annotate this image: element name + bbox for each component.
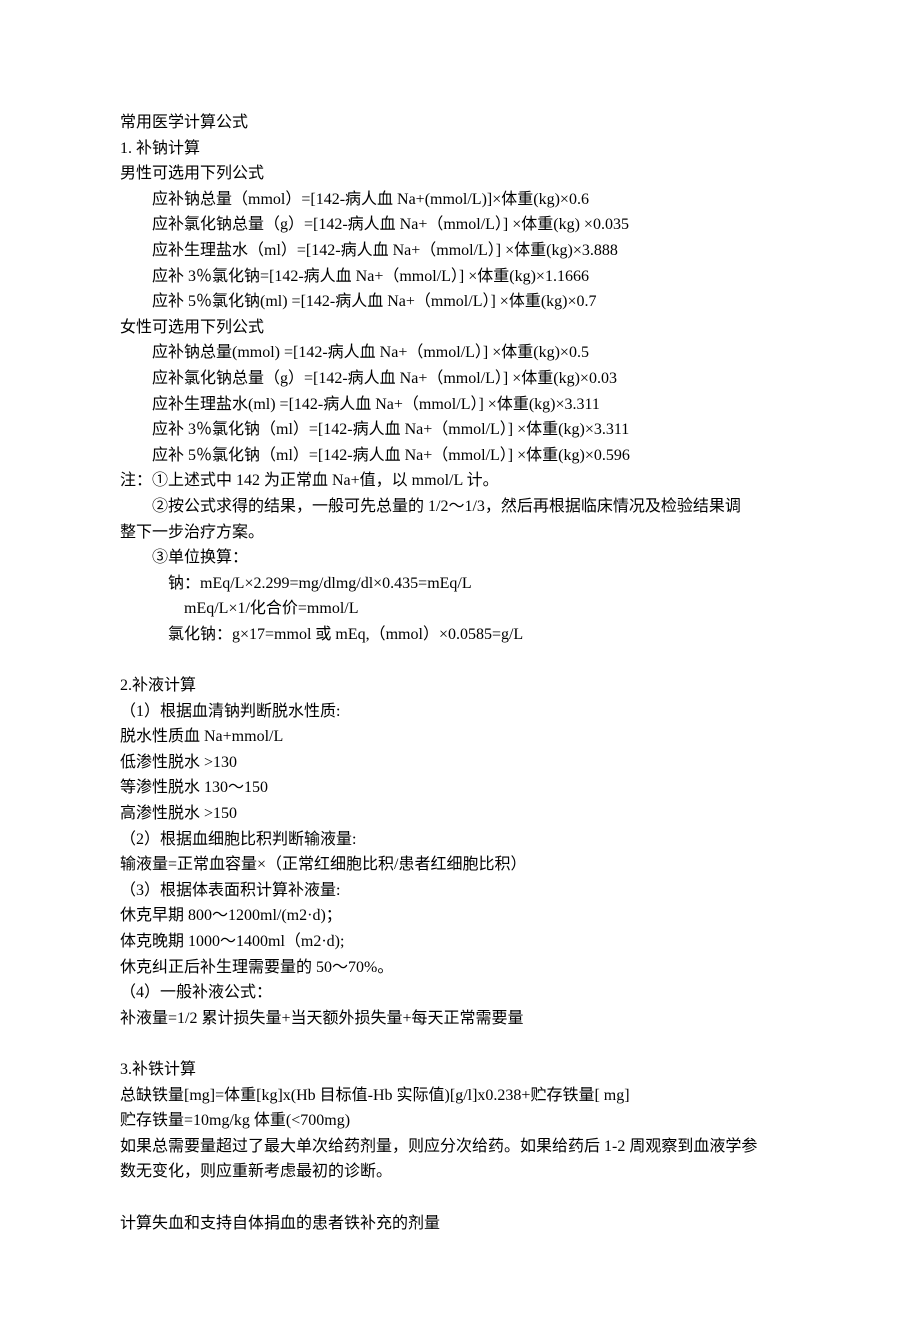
female-formula-1: 应补钠总量(mmol) =[142-病人血 Na+（mmol/L）] ×体重(k… <box>120 340 800 366</box>
s2-line-7: 输液量=正常血容量×（正常红细胞比积/患者红细胞比积） <box>120 852 800 878</box>
female-formula-3: 应补生理盐水(ml) =[142-病人血 Na+（mmol/L）] ×体重(kg… <box>120 392 800 418</box>
s2-line-6: （2）根据血细胞比积判断输液量: <box>120 827 800 853</box>
blank-divider <box>120 1185 800 1211</box>
s2-line-12: （4）一般补液公式： <box>120 980 800 1006</box>
male-formula-4: 应补 3％氯化钠=[142-病人血 Na+（mmol/L）] ×体重(kg)×1… <box>120 264 800 290</box>
section-3-heading: 3.补铁计算 <box>120 1057 800 1083</box>
s2-line-4: 等渗性脱水 130～150 <box>120 775 800 801</box>
s2-line-11: 休克纠正后补生理需要量的 50～70%。 <box>120 955 800 981</box>
female-formula-4: 应补 3％氯化钠（ml）=[142-病人血 Na+（mmol/L）] ×体重(k… <box>120 417 800 443</box>
s3-line-1: 总缺铁量[mg]=体重[kg]x(Hb 目标值-Hb 实际值)[g/l]x0.2… <box>120 1083 800 1109</box>
blank-divider <box>120 1031 800 1057</box>
note-2a: ②按公式求得的结果，一般可先总量的 1/2～1/3，然后再根据临床情况及检验结果… <box>120 494 800 520</box>
male-formula-2: 应补氯化钠总量（g）=[142-病人血 Na+（mmol/L）] ×体重(kg)… <box>120 212 800 238</box>
note-3: ③单位换算： <box>120 545 800 571</box>
note-2b: 整下一步治疗方案。 <box>120 520 800 546</box>
male-formula-5: 应补 5％氯化钠(ml) =[142-病人血 Na+（mmol/L）] ×体重(… <box>120 289 800 315</box>
s2-line-5: 高渗性脱水 >150 <box>120 801 800 827</box>
s3-line-3: 如果总需要量超过了最大单次给药剂量，则应分次给药。如果给药后 1-2 周观察到血… <box>120 1134 800 1160</box>
female-intro: 女性可选用下列公式 <box>120 315 800 341</box>
note-3b: mEq/L×1/化合价=mmol/L <box>120 596 800 622</box>
document-title: 常用医学计算公式 <box>120 110 800 136</box>
s2-line-8: （3）根据体表面积计算补液量: <box>120 878 800 904</box>
note-1: 注：①上述式中 142 为正常血 Na+值，以 mmol/L 计。 <box>120 468 800 494</box>
s3-line-2: 贮存铁量=10mg/kg 体重(<700mg) <box>120 1108 800 1134</box>
s2-line-2: 脱水性质血 Na+mmol/L <box>120 724 800 750</box>
blank-divider <box>120 647 800 673</box>
s2-line-10: 体克晚期 1000～1400ml（m2·d); <box>120 929 800 955</box>
male-formula-1: 应补钠总量（mmol）=[142-病人血 Na+(mmol/L)]×体重(kg)… <box>120 187 800 213</box>
s3-line-4: 数无变化，则应重新考虑最初的诊断。 <box>120 1159 800 1185</box>
s2-line-9: 休克早期 800～1200ml/(m2·d)； <box>120 903 800 929</box>
note-3c: 氯化钠：g×17=mmol 或 mEq,（mmol）×0.0585=g/L <box>120 622 800 648</box>
female-formula-5: 应补 5％氯化钠（ml）=[142-病人血 Na+（mmol/L）] ×体重(k… <box>120 443 800 469</box>
female-formula-2: 应补氯化钠总量（g）=[142-病人血 Na+（mmol/L）] ×体重(kg)… <box>120 366 800 392</box>
document-page: 常用医学计算公式 1. 补钠计算 男性可选用下列公式 应补钠总量（mmol）=[… <box>0 0 920 1336</box>
section-2-heading: 2.补液计算 <box>120 673 800 699</box>
s2-line-3: 低渗性脱水 >130 <box>120 750 800 776</box>
section-1-heading: 1. 补钠计算 <box>120 136 800 162</box>
s2-line-1: （1）根据血清钠判断脱水性质: <box>120 699 800 725</box>
s2-line-13: 补液量=1/2 累计损失量+当天额外损失量+每天正常需要量 <box>120 1006 800 1032</box>
male-intro: 男性可选用下列公式 <box>120 161 800 187</box>
s3-last: 计算失血和支持自体捐血的患者铁补充的剂量 <box>120 1211 800 1237</box>
male-formula-3: 应补生理盐水（ml）=[142-病人血 Na+（mmol/L）] ×体重(kg)… <box>120 238 800 264</box>
note-3a: 钠：mEq/L×2.299=mg/dlmg/dl×0.435=mEq/L <box>120 571 800 597</box>
